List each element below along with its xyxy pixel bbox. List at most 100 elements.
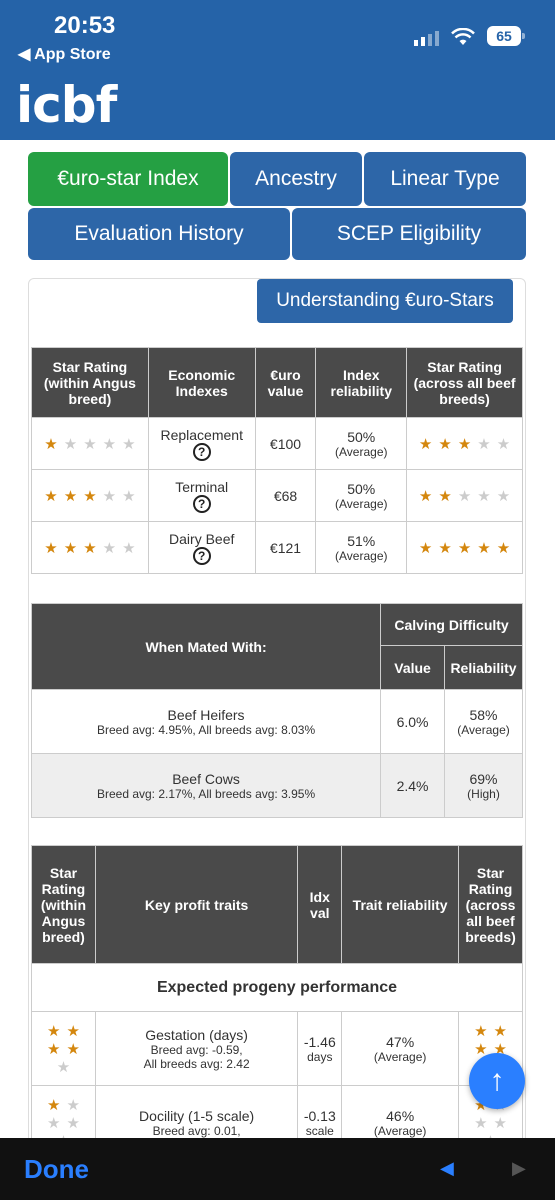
help-icon[interactable]: ? (192, 442, 211, 461)
th-key-profit-traits: Key profit traits (94, 845, 299, 964)
reliability: 50% (347, 428, 376, 445)
star-filled-icon: ★ (418, 487, 433, 505)
star-empty-icon: ★ (66, 1096, 80, 1114)
star-empty-icon: ★ (477, 435, 491, 453)
reliability: 69% (469, 770, 498, 787)
star-empty-icon: ★ (122, 539, 136, 557)
th-star-within: Star Rating (within Angus breed) (31, 845, 96, 964)
star-rating: ★ ★ ★ ★ ★ (406, 469, 523, 522)
star-filled-icon: ★ (418, 435, 433, 453)
th-idx-val: Idx val (297, 845, 343, 964)
star-empty-icon: ★ (457, 487, 472, 505)
star-filled-icon: ★ (496, 539, 511, 557)
star-filled-icon: ★ (47, 1022, 61, 1040)
table-row: ★ ★ ★ ★ ★ Terminal? €68 50% (Average) ★ ★ ★ ★ ★ (31, 469, 523, 522)
star-filled-icon: ★ (438, 435, 452, 453)
index-name: Dairy Beef (169, 530, 235, 547)
reliability-label: (High) (467, 786, 500, 801)
index-name: Terminal (175, 478, 229, 495)
th-calving-difficulty: Calving Difficulty (380, 603, 523, 646)
star-empty-icon: ★ (47, 1114, 61, 1132)
trait-name: Docility (1-5 scale) (139, 1107, 255, 1124)
th-economic-indexes: Economic Indexes (147, 347, 256, 418)
star-empty-icon: ★ (496, 435, 511, 453)
th-star-across: Star Rating (across all beef breeds) (458, 845, 523, 964)
tab-linear-type[interactable]: Linear Type (364, 152, 526, 206)
mate-type: Beef Heifers (167, 706, 245, 723)
star-filled-icon: ★ (47, 1096, 61, 1114)
app-root: 20:53 ◀ App Store 65 icbf €uro-star Inde… (0, 0, 555, 1200)
star-empty-icon: ★ (474, 1114, 488, 1132)
breed-avg: Breed avg: 0.01, (152, 1123, 241, 1138)
reliability: 50% (347, 480, 376, 497)
euro-value: €68 (254, 469, 317, 522)
star-rating: ★★★★★ (31, 469, 149, 522)
th-index-reliability: Index reliability (315, 347, 408, 418)
done-button[interactable]: Done (24, 1154, 89, 1185)
breed-avg: Breed avg: -0.59, (150, 1042, 243, 1057)
star-filled-icon: ★ (477, 539, 491, 557)
star-filled-icon: ★ (44, 487, 58, 505)
tab-euro-star-index[interactable]: €uro-star Index (28, 152, 228, 206)
help-icon[interactable]: ? (192, 546, 211, 565)
battery-icon: 65 (487, 26, 525, 46)
understanding-euro-stars-button[interactable]: Understanding €uro-Stars (257, 279, 513, 323)
idx-unit: days (307, 1049, 333, 1064)
scroll-to-top-button[interactable]: ↑ (469, 1053, 525, 1109)
calving-value: 2.4% (380, 753, 446, 818)
reliability-label: (Average) (335, 444, 388, 459)
star-filled-icon: ★ (438, 487, 452, 505)
reliability: 58% (469, 706, 498, 723)
star-empty-icon: ★ (477, 487, 491, 505)
content-card: Understanding €uro-Stars Star Rating (wi… (28, 278, 526, 1148)
star-filled-icon: ★ (438, 539, 452, 557)
th-when-mated-with: When Mated With: (30, 603, 382, 690)
th-value: Value (380, 645, 446, 690)
star-rating: ★★★★★ (31, 1011, 96, 1086)
th-euro-value: €uro value (254, 347, 317, 418)
traits-table: Star Rating (within Angus breed) Key pro… (31, 845, 523, 1147)
help-icon[interactable]: ? (192, 494, 211, 513)
reliability: 47% (386, 1033, 415, 1050)
star-filled-icon: ★ (66, 1022, 80, 1040)
section-expected-progeny: Expected progeny performance (31, 963, 523, 1012)
table-row: Beef Heifers Breed avg: 4.95%, All breeds… (30, 689, 523, 754)
calving-value: 6.0% (380, 689, 446, 754)
star-empty-icon: ★ (493, 1114, 507, 1132)
back-arrow-icon[interactable]: ◀ (440, 1158, 454, 1179)
tab-ancestry[interactable]: Ancestry (230, 152, 362, 206)
tab-scep-eligibility[interactable]: SCEP Eligibility (292, 208, 526, 260)
star-filled-icon: ★ (83, 487, 97, 505)
reliability: 46% (386, 1107, 415, 1124)
back-to-app-store[interactable]: ◀ App Store (18, 44, 111, 64)
star-empty-icon: ★ (102, 487, 117, 505)
star-filled-icon: ★ (457, 435, 472, 453)
euro-value: €121 (254, 521, 317, 574)
star-rating: ★★★★★ (31, 521, 149, 574)
star-filled-icon: ★ (418, 539, 433, 557)
trait-name: Gestation (days) (145, 1026, 248, 1043)
star-empty-icon: ★ (496, 487, 511, 505)
star-filled-icon: ★ (66, 1040, 80, 1058)
star-empty-icon: ★ (66, 1114, 80, 1132)
idx-value: -0.13 (303, 1107, 336, 1124)
star-empty-icon: ★ (56, 1058, 71, 1076)
star-filled-icon: ★ (47, 1040, 61, 1058)
wifi-icon (451, 28, 475, 45)
euro-value: €100 (254, 417, 317, 470)
header: 20:53 ◀ App Store 65 icbf (0, 0, 555, 140)
table-row: ★ ★ ★ ★ ★ Replacement? €100 50% (Average) ★ ★ ★… (31, 417, 523, 470)
star-empty-icon: ★ (102, 435, 117, 453)
calving-table: When Mated With: Calving Difficulty Valu… (30, 603, 523, 818)
reliability-label: (Average) (457, 722, 510, 737)
status-time: 20:53 (54, 12, 116, 39)
star-rating: ★★★★★ (31, 417, 149, 470)
bottom-toolbar: Done ◀ ▶ (0, 1138, 555, 1200)
th-trait-reliability: Trait reliability (341, 845, 460, 964)
status-icons: 65 (414, 26, 525, 46)
forward-arrow-icon[interactable]: ▶ (512, 1158, 526, 1179)
star-filled-icon: ★ (63, 539, 78, 557)
breed-avg: Breed avg: 2.17%, All breeds avg: 3.95% (96, 786, 316, 801)
idx-value: -1.46 (303, 1033, 336, 1050)
tab-evaluation-history[interactable]: Evaluation History (28, 208, 290, 260)
